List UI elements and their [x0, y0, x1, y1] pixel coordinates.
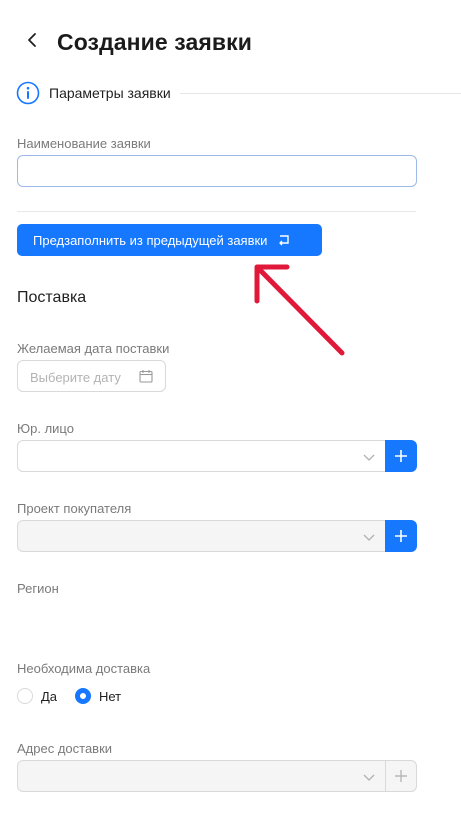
delivery-no-radio[interactable] — [75, 688, 91, 704]
delivery-label: Необходима доставка — [17, 661, 151, 676]
name-label: Наименование заявки — [17, 136, 151, 151]
divider — [17, 211, 416, 212]
name-input[interactable] — [17, 155, 417, 187]
annotation-arrow — [254, 264, 345, 356]
chevron-down-icon — [363, 454, 375, 461]
page-title: Создание заявки — [57, 29, 253, 55]
chevron-down-icon — [363, 774, 375, 781]
undo-icon — [279, 235, 290, 246]
add-buyer-project-button[interactable] — [385, 520, 417, 552]
date-placeholder: Выберите дату — [30, 370, 121, 385]
legal-entity-select[interactable] — [17, 440, 386, 472]
calendar-icon — [139, 370, 153, 383]
delivery-yes-radio[interactable] — [17, 688, 33, 704]
buyer-project-label: Проект покупателя — [17, 501, 132, 516]
step-divider — [180, 93, 461, 94]
plus-icon — [395, 530, 407, 542]
region-label: Регион — [17, 581, 59, 596]
step-label: Параметры заявки — [49, 85, 171, 101]
plus-icon — [395, 450, 407, 462]
add-legal-entity-button[interactable] — [385, 440, 417, 472]
date-input[interactable]: Выберите дату — [17, 360, 166, 392]
section-title: Поставка — [17, 289, 87, 306]
plus-icon — [395, 770, 407, 782]
chevron-down-icon — [363, 534, 375, 541]
add-address-button[interactable] — [385, 760, 417, 792]
info-icon — [16, 81, 40, 105]
back-arrow-icon[interactable] — [24, 30, 40, 50]
address-select[interactable] — [17, 760, 386, 792]
delivery-no-label[interactable]: Нет — [99, 689, 121, 704]
address-label: Адрес доставки — [17, 741, 113, 756]
date-label: Желаемая дата поставки — [17, 341, 170, 356]
prefill-button[interactable]: Предзаполнить из предыдущей заявки — [17, 224, 322, 256]
delivery-yes-label[interactable]: Да — [41, 689, 57, 704]
legal-entity-label: Юр. лицо — [17, 421, 74, 436]
buyer-project-select[interactable] — [17, 520, 386, 552]
prefill-button-label: Предзаполнить из предыдущей заявки — [33, 232, 268, 248]
